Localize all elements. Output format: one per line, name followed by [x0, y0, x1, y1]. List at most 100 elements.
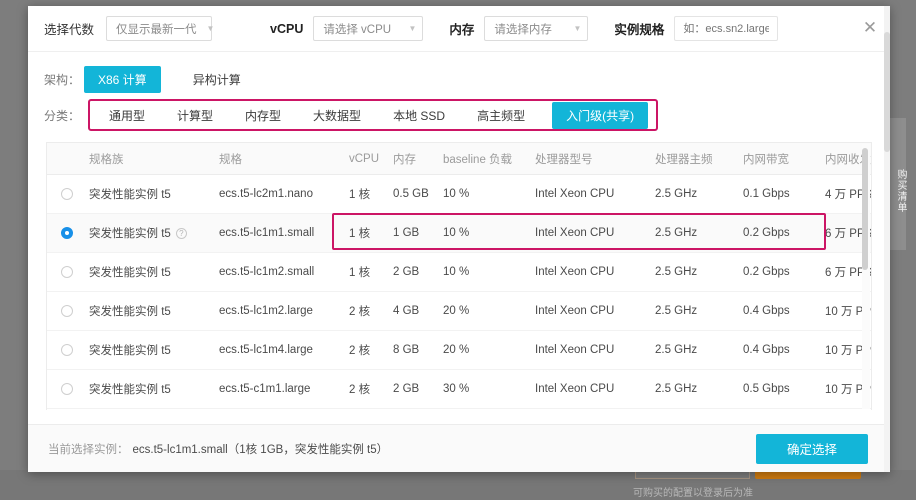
table-cell-bandwidth: 0.2 Gbps — [743, 253, 825, 292]
table-cell-spec: ecs.t5-lc1m2.small — [217, 253, 349, 292]
row-radio-unselected[interactable] — [61, 188, 73, 200]
table-cell-baseline: 30 % — [443, 409, 535, 411]
table-scrollbar-thumb[interactable] — [862, 148, 868, 270]
dialog-footer: 当前选择实例： ecs.t5-lc1m1.small（1核 1GB，突发性能实例… — [28, 424, 890, 472]
generation-label: 选择代数 — [44, 19, 94, 38]
table-cell-spec: ecs.t5-c1m1.large — [217, 370, 349, 409]
table-cell-select[interactable] — [47, 253, 87, 292]
row-radio-unselected[interactable] — [61, 305, 73, 317]
architecture-chip-heterogeneous[interactable]: 异构计算 — [179, 66, 255, 93]
table-cell-select[interactable] — [47, 292, 87, 331]
table-cell-cpu-freq: 2.5 GHz — [655, 292, 743, 331]
spec-search-input[interactable] — [674, 16, 778, 41]
table-cell-cpu-model: Intel Xeon CPU — [535, 292, 655, 331]
purchase-list-side-tab[interactable]: 购买清单 — [888, 118, 906, 250]
category-chip-bigdata[interactable]: 大数据型 — [308, 102, 366, 129]
chevron-down-icon: ▼ — [197, 25, 215, 33]
table-cell-cpu-freq: 2.5 GHz — [655, 370, 743, 409]
confirm-selection-button[interactable]: 确定选择 — [756, 434, 868, 464]
table-cell-memory: 2 GB — [393, 370, 443, 409]
table-cell-select[interactable] — [47, 175, 87, 214]
spec-table-head: 规格族 规格 vCPU 内存 baseline 负载 处理器型号 处理器主频 内… — [47, 143, 872, 175]
table-cell-spec: ecs.t5-lc1m4.large — [217, 331, 349, 370]
dialog-scrollbar-track[interactable] — [884, 6, 890, 472]
table-cell-cpu-model: Intel Xeon CPU — [535, 214, 655, 253]
table-cell-baseline: 30 % — [443, 370, 535, 409]
table-cell-cpu-model: Intel Xeon CPU — [535, 175, 655, 214]
table-cell-bandwidth: 0.1 Gbps — [743, 175, 825, 214]
table-row[interactable]: 突发性能实例 t5ecs.t5-c1m2.large2 核4 GB30 %Int… — [47, 409, 872, 411]
memory-select[interactable]: 请选择内存 ▼ — [484, 16, 588, 41]
table-cell-memory: 0.5 GB — [393, 175, 443, 214]
table-header-row: 规格族 规格 vCPU 内存 baseline 负载 处理器型号 处理器主频 内… — [47, 143, 872, 175]
table-row[interactable]: 突发性能实例 t5 ecs.t5-c1m1.large2 核2 GB30 %Int… — [47, 370, 872, 409]
generation-select-value: 仅显示最新一代 — [116, 21, 197, 37]
row-radio-unselected[interactable] — [61, 383, 73, 395]
close-icon[interactable]: ✕ — [858, 16, 882, 40]
category-chip-memory[interactable]: 内存型 — [240, 102, 286, 129]
table-cell-vcpu: 2 核 — [349, 409, 393, 411]
current-selection-label: 当前选择实例： — [48, 441, 129, 457]
th-select — [47, 143, 87, 175]
family-text: 突发性能实例 t5 — [89, 384, 171, 396]
table-cell-spec: ecs.t5-lc1m2.large — [217, 292, 349, 331]
table-cell-cpu-freq: 2.5 GHz — [655, 253, 743, 292]
row-radio-unselected[interactable] — [61, 266, 73, 278]
th-vcpu: vCPU — [349, 143, 393, 175]
table-row[interactable]: 突发性能实例 t5ecs.t5-lc2m1.nano1 核0.5 GB10 %I… — [47, 175, 872, 214]
category-chip-general[interactable]: 通用型 — [104, 102, 150, 129]
screen: 可购买的配置以登录后为准 购买清单 选择代数 仅显示最新一代 ▼ vCPU 请选… — [0, 0, 916, 500]
table-cell-select[interactable] — [47, 214, 87, 253]
table-cell-vcpu: 2 核 — [349, 370, 393, 409]
table-cell-baseline: 20 % — [443, 292, 535, 331]
table-cell-spec: ecs.t5-lc2m1.nano — [217, 175, 349, 214]
table-cell-select[interactable] — [47, 331, 87, 370]
dialog-scrollbar-thumb[interactable] — [884, 32, 890, 152]
background-note: 可购买的配置以登录后为准 — [633, 484, 753, 499]
table-cell-select[interactable] — [47, 409, 87, 411]
vcpu-select[interactable]: 请选择 vCPU ▼ — [313, 16, 423, 41]
table-row[interactable]: 突发性能实例 t5?ecs.t5-lc1m1.small1 核1 GB10 %I… — [47, 214, 872, 253]
table-cell-select[interactable] — [47, 370, 87, 409]
generation-select[interactable]: 仅显示最新一代 ▼ — [106, 16, 212, 41]
table-cell-spec: ecs.t5-lc1m1.small — [217, 214, 349, 253]
spec-table: 规格族 规格 vCPU 内存 baseline 负载 处理器型号 处理器主频 内… — [47, 143, 872, 410]
architecture-row: 架构： X86 计算 异构计算 — [28, 62, 890, 96]
chevron-down-icon: ▼ — [563, 25, 581, 33]
table-cell-bandwidth: 0.2 Gbps — [743, 214, 825, 253]
table-cell-bandwidth: 0.5 Gbps — [743, 370, 825, 409]
category-chip-local-ssd[interactable]: 本地 SSD — [388, 102, 450, 129]
current-selection-value: ecs.t5-lc1m1.small（1核 1GB，突发性能实例 t5） — [133, 441, 389, 457]
table-row[interactable]: 突发性能实例 t5ecs.t5-lc1m2.large2 核4 GB20 %In… — [47, 292, 872, 331]
row-radio-unselected[interactable] — [61, 344, 73, 356]
table-cell-cpu-freq: 2.5 GHz — [655, 409, 743, 411]
table-row[interactable]: 突发性能实例 t5ecs.t5-lc1m4.large2 核8 GB20 %In… — [47, 331, 872, 370]
category-chip-entry-shared[interactable]: 入门级(共享) — [552, 102, 648, 129]
table-cell-baseline: 20 % — [443, 331, 535, 370]
table-cell-memory: 4 GB — [393, 409, 443, 411]
spec-table-body: 突发性能实例 t5ecs.t5-lc2m1.nano1 核0.5 GB10 %I… — [47, 175, 872, 411]
instance-spec-dialog: 选择代数 仅显示最新一代 ▼ vCPU 请选择 vCPU ▼ 内存 请选择内存 … — [28, 6, 890, 472]
table-cell-cpu-model: Intel Xeon CPU — [535, 253, 655, 292]
table-scrollbar-track[interactable] — [862, 144, 870, 409]
table-row[interactable]: 突发性能实例 t5ecs.t5-lc1m2.small1 核2 GB10 %In… — [47, 253, 872, 292]
table-cell-vcpu: 1 核 — [349, 214, 393, 253]
table-cell-cpu-freq: 2.5 GHz — [655, 331, 743, 370]
table-cell-bandwidth: 0.4 Gbps — [743, 292, 825, 331]
help-icon[interactable]: ? — [176, 228, 187, 239]
architecture-chip-x86[interactable]: X86 计算 — [84, 66, 161, 93]
th-cpu-freq: 处理器主频 — [655, 143, 743, 175]
table-cell-memory: 2 GB — [393, 253, 443, 292]
category-chip-compute[interactable]: 计算型 — [172, 102, 218, 129]
table-cell-cpu-model: Intel Xeon CPU — [535, 409, 655, 411]
family-text: 突发性能实例 t5 — [89, 228, 171, 240]
category-chip-high-freq[interactable]: 高主频型 — [472, 102, 530, 129]
row-radio-selected[interactable] — [61, 227, 73, 239]
table-cell-cpu-model: Intel Xeon CPU — [535, 370, 655, 409]
table-cell-memory: 4 GB — [393, 292, 443, 331]
table-cell-cpu-freq: 2.5 GHz — [655, 175, 743, 214]
memory-select-value: 请选择内存 — [494, 21, 552, 37]
family-text: 突发性能实例 t5 — [89, 267, 171, 279]
table-cell-memory: 8 GB — [393, 331, 443, 370]
spec-label: 实例规格 — [614, 19, 664, 38]
